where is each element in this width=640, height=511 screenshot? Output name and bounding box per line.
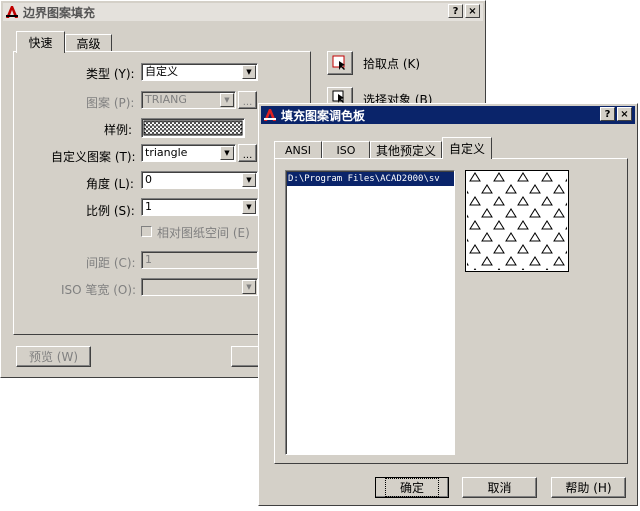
help-button[interactable]: 帮助 (H) <box>551 477 626 498</box>
iso-pen-width-select[interactable]: ▼ <box>141 278 258 296</box>
tab-custom[interactable]: 自定义 <box>442 137 492 159</box>
scale-combo[interactable]: 1 ▼ <box>141 198 258 216</box>
iso-pen-width-label: ISO 笔宽 (O): <box>61 283 137 297</box>
custom-pattern-value: triangle <box>145 146 188 159</box>
pattern-file-list[interactable]: D:\Program Files\ACAD2000\sv <box>285 170 455 455</box>
type-select[interactable]: 自定义 ▼ <box>141 63 258 81</box>
chevron-down-icon[interactable]: ▼ <box>242 173 256 187</box>
angle-label: 角度 (L): <box>86 177 134 191</box>
select-objects-icon <box>332 90 344 103</box>
type-value: 自定义 <box>145 65 178 78</box>
chevron-down-icon[interactable]: ▼ <box>242 65 256 79</box>
spacing-label: 间距 (C): <box>86 256 136 270</box>
ok-button[interactable]: 确定 <box>375 477 449 498</box>
chevron-down-icon[interactable]: ▼ <box>242 280 256 294</box>
spacing-value: 1 <box>145 253 152 266</box>
boundary-hatch-titlebar: 边界图案填充 ? × <box>3 3 483 21</box>
swatch-label: 样例: <box>104 123 133 137</box>
tab-other-predefined[interactable]: 其他预定义 <box>370 141 442 159</box>
triangle-pattern-preview <box>467 172 567 270</box>
close-title-button[interactable]: × <box>465 4 480 18</box>
tab-quick[interactable]: 快速 <box>16 31 65 53</box>
list-item[interactable]: D:\Program Files\ACAD2000\sv <box>287 172 454 186</box>
pattern-label: 图案 (P): <box>86 96 135 110</box>
chevron-down-icon[interactable]: ▼ <box>220 146 234 160</box>
pick-points-icon <box>332 55 345 70</box>
hatch-palette-titlebar: 填充图案调色板 ? × <box>261 106 635 124</box>
help-title-button[interactable]: ? <box>600 107 615 121</box>
preview-button[interactable]: 预览 (W) <box>16 346 91 367</box>
chevron-down-icon[interactable]: ▼ <box>220 93 234 107</box>
spacing-input[interactable]: 1 <box>141 251 258 269</box>
pick-points-button[interactable] <box>327 51 353 75</box>
type-label: 类型 (Y): <box>86 67 135 81</box>
cancel-button[interactable]: 取消 <box>462 477 537 498</box>
boundary-hatch-title: 边界图案填充 <box>23 5 96 20</box>
pattern-preview[interactable] <box>465 170 569 272</box>
pattern-select[interactable]: TRIANG ▼ <box>141 91 236 109</box>
tab-iso[interactable]: ISO <box>322 141 370 159</box>
swatch-preview[interactable] <box>141 118 245 138</box>
custom-pattern-label: 自定义图案 (T): <box>51 150 136 164</box>
angle-value: 0 <box>145 173 152 186</box>
scale-label: 比例 (S): <box>86 204 135 218</box>
paper-space-label: 相对图纸空间 (E) <box>157 226 250 240</box>
help-title-button[interactable]: ? <box>448 4 463 18</box>
pick-points-label: 拾取点 (K) <box>363 57 421 71</box>
hatch-palette-dialog: 填充图案调色板 ? × ANSI ISO 其他预定义 自定义 D:\Progra… <box>258 103 638 506</box>
hatch-palette-title: 填充图案调色板 <box>281 108 366 123</box>
custom-pattern-browse-button[interactable]: ... <box>238 144 257 162</box>
swatch-pattern-graphic <box>143 120 243 136</box>
autocad-logo-icon <box>264 109 276 121</box>
paper-space-checkbox[interactable] <box>141 226 152 237</box>
tab-ansi[interactable]: ANSI <box>274 141 322 159</box>
pattern-value: TRIANG <box>145 93 187 106</box>
autocad-logo-icon <box>6 6 18 18</box>
ok-label: 确定 <box>384 478 440 497</box>
tab-advanced[interactable]: 高级 <box>65 34 112 52</box>
close-title-button[interactable]: × <box>617 107 632 121</box>
angle-combo[interactable]: 0 ▼ <box>141 171 258 189</box>
pattern-browse-button[interactable]: ... <box>238 91 257 109</box>
chevron-down-icon[interactable]: ▼ <box>242 200 256 214</box>
pattern-file-path: D:\Program Files\ACAD2000\sv <box>288 174 440 184</box>
scale-value: 1 <box>145 200 152 213</box>
custom-pattern-select[interactable]: triangle ▼ <box>141 144 236 162</box>
